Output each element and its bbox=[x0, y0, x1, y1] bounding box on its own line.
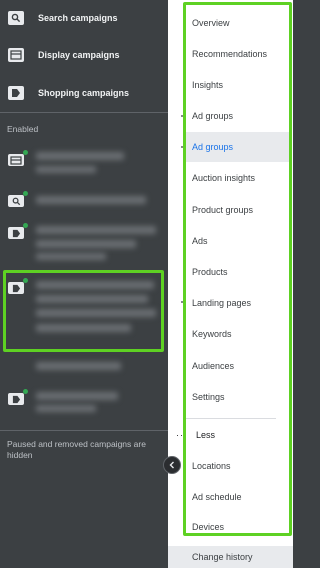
shopping-campaigns-label: Shopping campaigns bbox=[38, 88, 130, 98]
status-enabled-dot bbox=[23, 191, 28, 196]
sidebar-divider bbox=[0, 112, 168, 113]
campaign-row[interactable] bbox=[0, 146, 168, 182]
campaign-name-redacted bbox=[36, 405, 96, 412]
display-campaigns-label: Display campaigns bbox=[38, 50, 120, 60]
enabled-section-label: Enabled bbox=[7, 124, 39, 134]
display-campaigns-item[interactable]: Display campaigns bbox=[0, 40, 168, 70]
campaign-row[interactable] bbox=[0, 220, 168, 266]
display-icon bbox=[8, 154, 24, 166]
search-campaigns-label: Search campaigns bbox=[38, 13, 118, 23]
shopping-tag-icon bbox=[8, 393, 24, 405]
campaign-highlight-box bbox=[3, 270, 164, 352]
status-enabled-dot bbox=[23, 223, 28, 228]
shopping-tag-icon bbox=[8, 227, 24, 239]
campaign-name-redacted bbox=[36, 240, 136, 248]
campaign-row[interactable] bbox=[0, 386, 168, 422]
search-icon bbox=[8, 195, 24, 207]
sidebar-divider bbox=[0, 430, 168, 431]
campaign-row[interactable] bbox=[0, 356, 168, 378]
campaign-name-redacted bbox=[36, 152, 124, 160]
shopping-campaigns-item[interactable]: Shopping campaigns bbox=[0, 78, 168, 108]
campaign-name-redacted bbox=[36, 362, 121, 370]
campaign-name-redacted bbox=[36, 253, 106, 260]
display-icon bbox=[8, 48, 24, 62]
campaign-name-redacted bbox=[36, 166, 96, 173]
hidden-campaigns-note: Paused and removed campaigns are hidden bbox=[7, 439, 146, 460]
shopping-tag-icon bbox=[8, 86, 24, 100]
campaign-name-redacted bbox=[36, 392, 118, 400]
campaign-sidebar: Search campaigns Display campaigns Shopp… bbox=[0, 0, 168, 568]
campaign-name-redacted bbox=[36, 226, 156, 234]
search-campaigns-item[interactable]: Search campaigns bbox=[0, 3, 168, 33]
search-icon bbox=[8, 11, 24, 25]
status-enabled-dot bbox=[23, 389, 28, 394]
nav-item-change-history[interactable]: Change history bbox=[168, 546, 293, 568]
menu-highlight-box bbox=[183, 2, 292, 536]
status-enabled-dot bbox=[23, 150, 28, 155]
collapse-sidebar-button[interactable] bbox=[163, 456, 181, 474]
campaign-row[interactable] bbox=[0, 188, 168, 214]
campaign-name-redacted bbox=[36, 196, 146, 204]
chevron-left-icon bbox=[169, 461, 174, 469]
